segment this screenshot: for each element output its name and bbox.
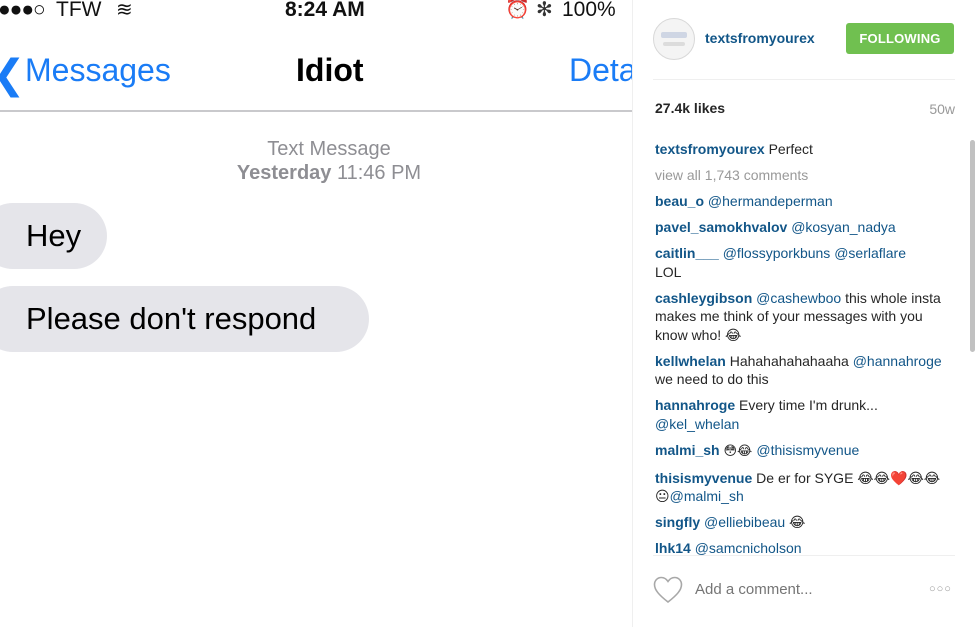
- comment-username[interactable]: hannahroge: [655, 397, 735, 413]
- signal-icon: ●●●○: [0, 0, 46, 21]
- message-type-label: Text Message: [267, 138, 391, 160]
- chevron-left-icon: ❮: [0, 52, 26, 98]
- message-time: 11:46 PM: [336, 162, 422, 184]
- header-divider: [653, 79, 955, 80]
- avatar-graphic: [661, 32, 687, 38]
- comment-text: Hahahahahahaaha: [729, 352, 853, 369]
- conversation-nav-bar: ❮ Messages Idiot Details: [0, 44, 632, 110]
- comment-username[interactable]: malmi_sh: [655, 442, 720, 458]
- comment-mention[interactable]: @cashewboo: [756, 290, 841, 306]
- comment-username[interactable]: thisismyvenue: [655, 470, 752, 486]
- post-image: ●●●○ TFW ≋ 8:24 AM ⏰ ✻ 100% ❮ Messages I…: [0, 0, 632, 627]
- comment-text: 😂: [785, 514, 806, 530]
- alarm-icon: ⏰: [505, 0, 530, 20]
- message-bubble: Please don't respond: [0, 286, 369, 352]
- nav-divider: [0, 110, 632, 112]
- list-item: hannahroge Every time I'm drunk... @kel_…: [655, 396, 945, 433]
- comment-username[interactable]: beau_o: [655, 193, 704, 209]
- following-button[interactable]: FOLLOWING: [846, 23, 954, 54]
- comment-username[interactable]: kellwhelan: [655, 353, 726, 369]
- list-item: malmi_sh 😳😂 @thisismyvenue: [655, 441, 945, 462]
- avatar[interactable]: [653, 18, 695, 60]
- comment-mention[interactable]: @samcnicholson: [695, 540, 802, 555]
- footer-divider: [653, 555, 955, 556]
- comment-mention[interactable]: @hermandeperman: [708, 193, 833, 209]
- comment-mention[interactable]: @elliebibeau: [704, 514, 785, 530]
- message-timestamp: Text Message Yesterday 11:46 PM: [180, 137, 478, 185]
- comments-scrollbar[interactable]: [970, 140, 975, 352]
- comment-username[interactable]: singfly: [655, 514, 700, 530]
- comment-mention[interactable]: @thisismyvenue: [756, 442, 859, 458]
- bluetooth-icon: ✻: [536, 0, 553, 21]
- comment-text: Every time I'm drunk...: [739, 397, 878, 413]
- list-item: thisismyvenue De er for SYGE 😂😂❤️😂😂😐@mal…: [655, 469, 945, 506]
- list-item: kellwhelan Hahahahahahaaha @hannahroge w…: [655, 352, 945, 389]
- comment-text: we need to do this: [655, 371, 769, 387]
- status-bar: ●●●○ TFW ≋ 8:24 AM ⏰ ✻ 100%: [0, 0, 632, 24]
- comments-list[interactable]: textsfromyourex Perfect view all 1,743 c…: [655, 140, 945, 555]
- list-item: caitlin___ @flossyporkbuns @serlaflare L…: [655, 244, 945, 281]
- comment-username[interactable]: textsfromyourex: [655, 141, 765, 157]
- comment-username[interactable]: pavel_samokhvalov: [655, 219, 787, 235]
- comment-username[interactable]: cashleygibson: [655, 290, 752, 306]
- list-item: beau_o @hermandeperman: [655, 192, 945, 211]
- post-author-username[interactable]: textsfromyourex: [705, 30, 815, 46]
- caption: textsfromyourex Perfect: [655, 140, 945, 159]
- caption-text: Perfect: [768, 141, 813, 157]
- list-item: singfly @elliebibeau 😂: [655, 513, 945, 532]
- more-options-icon[interactable]: ○○○: [929, 583, 952, 595]
- details-link: Details: [569, 52, 632, 88]
- post-sidebar: textsfromyourex FOLLOWING 27.4k likes 50…: [632, 0, 980, 627]
- heart-icon[interactable]: [653, 576, 683, 604]
- view-all-comments-link[interactable]: view all 1,743 comments: [655, 166, 945, 185]
- battery-level: 100%: [562, 0, 616, 21]
- wifi-icon: ≋: [116, 0, 133, 21]
- message-datetime: Yesterday 11:46 PM: [180, 161, 478, 185]
- comment-text: 😳😂: [723, 443, 757, 459]
- add-comment-input[interactable]: [695, 581, 895, 598]
- status-time: 8:24 AM: [285, 0, 365, 21]
- comment-mention[interactable]: @hannahroge: [853, 353, 942, 369]
- messages-back-link: Messages: [25, 52, 171, 88]
- likes-count[interactable]: 27.4k likes: [655, 100, 725, 116]
- list-item: cashleygibson @cashewboo this whole inst…: [655, 289, 945, 345]
- list-item: lhk14 @samcnicholson: [655, 539, 945, 555]
- avatar-graphic: [663, 42, 685, 46]
- post-age[interactable]: 50w: [929, 101, 955, 117]
- comment-username[interactable]: caitlin___: [655, 245, 719, 261]
- carrier-label: TFW: [56, 0, 102, 21]
- comment-mention[interactable]: @kel_whelan: [655, 416, 739, 432]
- message-day: Yesterday: [236, 162, 332, 184]
- comment-mention[interactable]: @flossyporkbuns @serlaflare: [723, 245, 906, 261]
- comment-username[interactable]: lhk14: [655, 540, 691, 555]
- list-item: pavel_samokhvalov @kosyan_nadya: [655, 218, 945, 237]
- comment-mention[interactable]: @kosyan_nadya: [791, 219, 896, 235]
- message-bubble: Hey: [0, 203, 107, 269]
- comment-text: LOL: [655, 263, 682, 280]
- comment-mention[interactable]: @malmi_sh: [670, 488, 744, 504]
- conversation-title: Idiot: [296, 52, 364, 88]
